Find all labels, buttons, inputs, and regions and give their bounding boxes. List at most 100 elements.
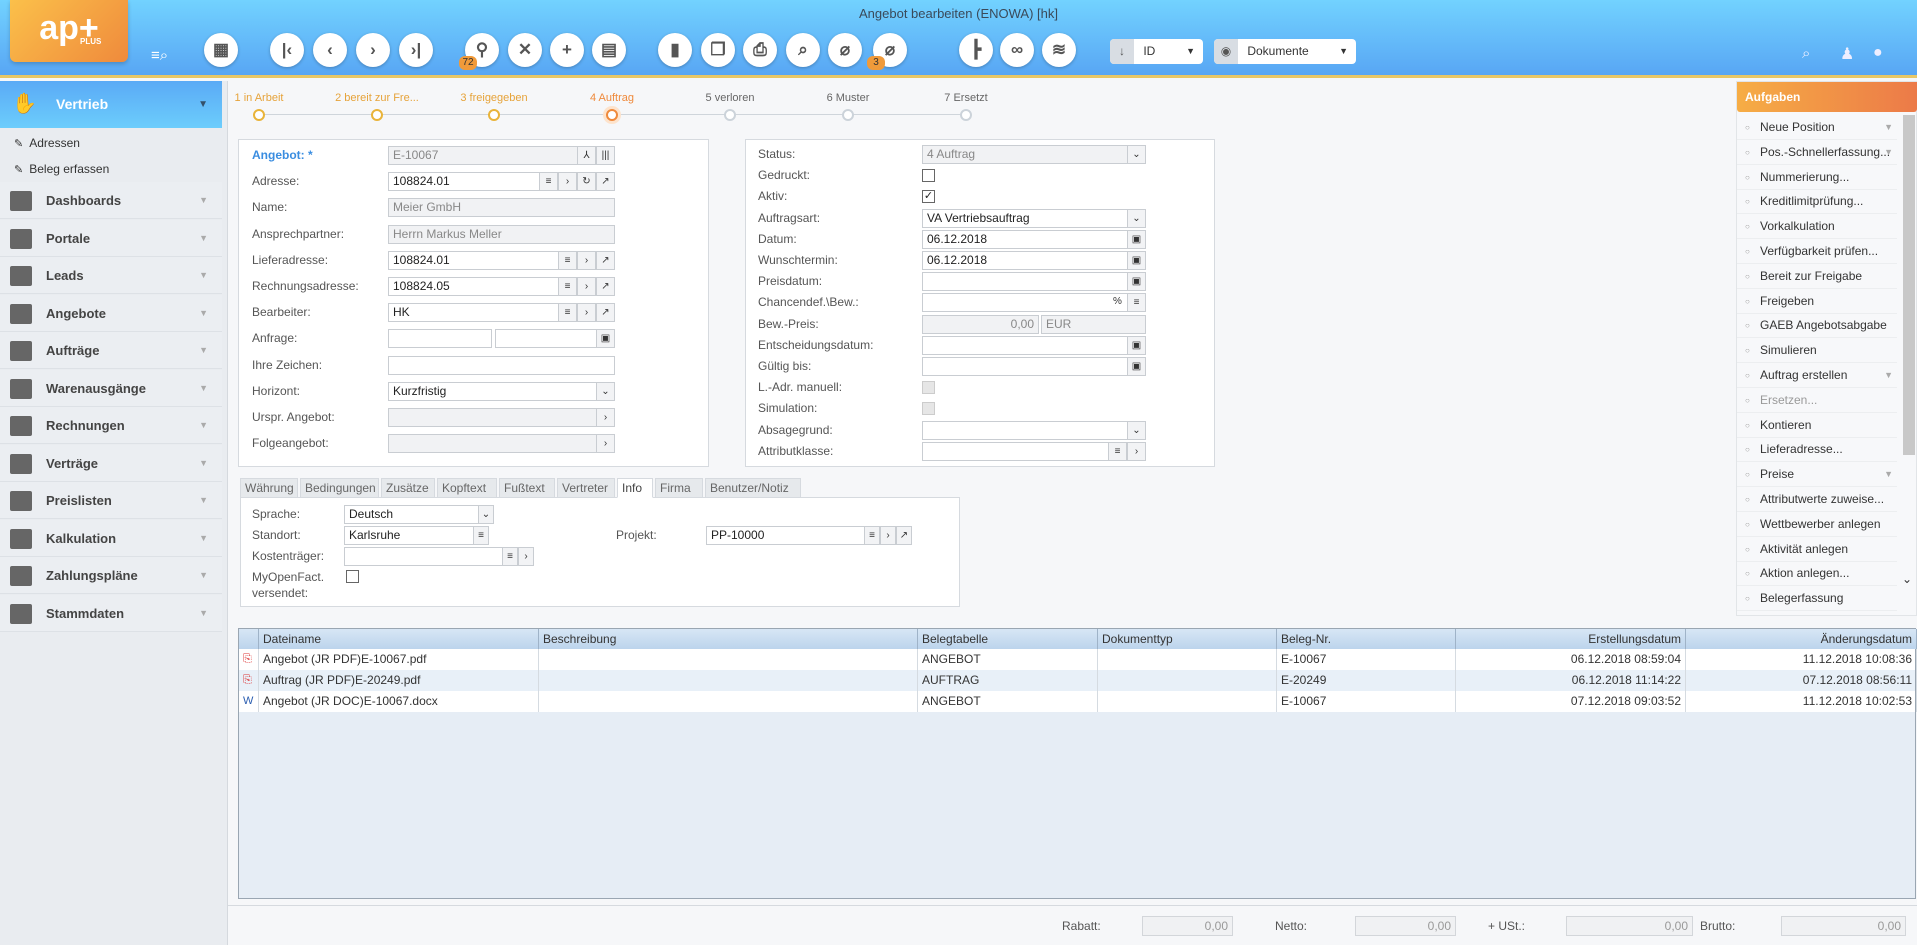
- attachment-search-button[interactable]: ⌀ 3: [867, 33, 907, 70]
- dictionary-search-icon[interactable]: ⌕: [1802, 45, 1810, 62]
- horizont-input[interactable]: Kurzfristig ⌄: [388, 381, 615, 401]
- calendar-icon[interactable]: ▣: [1127, 336, 1145, 354]
- folgeangebot-input[interactable]: ›: [388, 434, 615, 454]
- chevron-right-icon[interactable]: ›: [880, 527, 896, 544]
- open-external-icon[interactable]: ↗: [896, 527, 911, 544]
- kostentraeger-input[interactable]: ≡ ›: [344, 547, 534, 566]
- absagegrund-input[interactable]: ⌄: [922, 420, 1146, 440]
- sidebar-item-dashboards[interactable]: Dashboards ▼: [0, 182, 222, 219]
- task-aktion-anlegen[interactable]: Aktion anlegen...: [1737, 561, 1897, 587]
- open-external-icon[interactable]: ↗: [596, 173, 614, 191]
- auftragsart-input[interactable]: VA Vertriebsauftrag ⌄: [922, 208, 1146, 228]
- task-vorkalkulation[interactable]: Vorkalkulation: [1737, 214, 1897, 240]
- task-pos-schnellerfassung[interactable]: Pos.-Schnellerfassung...▼: [1737, 140, 1897, 165]
- wunschtermin-input[interactable]: 06.12.2018 ▣: [922, 251, 1146, 270]
- last-record-button[interactable]: ›|: [399, 33, 433, 67]
- view-select[interactable]: ◉ Dokumente ▼: [1214, 39, 1356, 64]
- sidebar-item-rechnungen[interactable]: Rechnungen ▼: [0, 407, 222, 444]
- status-step-marker[interactable]: [606, 109, 618, 121]
- sidebar-item-preislisten[interactable]: Preislisten ▼: [0, 482, 222, 519]
- search-button[interactable]: ⚲ 72: [459, 33, 499, 70]
- task-auftrag-erstellen[interactable]: Auftrag erstellen ▼: [1737, 363, 1897, 388]
- calendar-icon[interactable]: ▣: [596, 330, 614, 348]
- task-gaeb-angebotsabgabe[interactable]: GAEB Angebotsabgabe: [1737, 313, 1897, 339]
- task-lieferadresse[interactable]: Lieferadresse...: [1737, 437, 1897, 463]
- copy-document-button[interactable]: ❐: [701, 33, 735, 67]
- hierarchy-icon[interactable]: ⅄: [577, 147, 596, 164]
- sidebar-item-portale[interactable]: Portale ▼: [0, 219, 222, 257]
- chevron-down-icon[interactable]: ▼: [1884, 140, 1893, 164]
- sidebar-item-aufträge[interactable]: Aufträge ▼: [0, 332, 222, 369]
- tab-währung[interactable]: Währung: [240, 478, 298, 498]
- open-external-icon[interactable]: ↗: [596, 278, 614, 295]
- task-kreditlimitprüfung[interactable]: Kreditlimitprüfung...: [1737, 189, 1897, 215]
- sidebar-subitem-adressen[interactable]: ✎ Adressen: [14, 136, 80, 150]
- task-kontieren[interactable]: Kontieren: [1737, 413, 1897, 438]
- task-bereit-zur-freigabe[interactable]: Bereit zur Freigabe: [1737, 264, 1897, 289]
- calendar-icon[interactable]: ▣: [1127, 358, 1145, 375]
- table-row[interactable]: ⎘ Angebot (JR PDF)E-10067.pdf ANGEBOT E-100…: [239, 649, 1917, 670]
- list-icon[interactable]: ≡: [558, 278, 577, 295]
- tab-kopftext[interactable]: Kopftext: [437, 478, 497, 498]
- tab-bedingungen[interactable]: Bedingungen: [300, 478, 379, 498]
- tab-vertreter[interactable]: Vertreter: [557, 478, 615, 498]
- status-step-2[interactable]: 2 bereit zur Fre...: [322, 92, 432, 104]
- refresh-icon[interactable]: ↻: [577, 173, 596, 191]
- prev-record-button[interactable]: ‹: [313, 33, 347, 67]
- column-header-erstellungsdatum[interactable]: Erstellungsdatum: [1456, 629, 1686, 649]
- list-icon[interactable]: ≡: [864, 527, 880, 544]
- new-button[interactable]: +: [550, 33, 584, 67]
- scroll-down-icon[interactable]: ⌄: [1902, 572, 1912, 586]
- status-step-marker[interactable]: [724, 109, 736, 121]
- anfrage-date-input[interactable]: ▣: [495, 329, 615, 349]
- task-verfügbarkeit-prüfen[interactable]: Verfügbarkeit prüfen...: [1737, 239, 1897, 264]
- task-wettbewerber-anlegen[interactable]: Wettbewerber anlegen: [1737, 512, 1897, 537]
- chevron-down-icon[interactable]: ⌄: [1127, 146, 1145, 163]
- gültig-bis-input[interactable]: ▣: [922, 357, 1146, 376]
- chevron-down-icon[interactable]: ▼: [1884, 363, 1893, 387]
- status-step-5[interactable]: 5 verloren: [675, 92, 785, 104]
- delete-button[interactable]: ▮: [658, 33, 692, 67]
- sidebar-header-vertrieb[interactable]: ✋ Vertrieb ▼: [0, 81, 222, 128]
- print-button[interactable]: ⎙: [743, 33, 777, 67]
- status-step-marker[interactable]: [253, 109, 265, 121]
- task-attributwerte-zuweise[interactable]: Attributwerte zuweise...: [1737, 487, 1897, 512]
- datum-input[interactable]: 06.12.2018 ▣: [922, 229, 1146, 249]
- calendar-icon[interactable]: ▣: [1127, 230, 1145, 248]
- lieferadresse-input[interactable]: 108824.01 ↗ › ≡: [388, 250, 615, 270]
- filter-menu-icon[interactable]: ≡⌕: [151, 47, 168, 64]
- task-preise[interactable]: Preise ▼: [1737, 462, 1897, 488]
- tab-firma[interactable]: Firma: [655, 478, 703, 498]
- sidebar-subitem-beleg-erfassen[interactable]: ✎ Beleg erfassen: [14, 162, 109, 176]
- chevron-down-icon[interactable]: ▼: [1884, 462, 1893, 486]
- bearbeiter-input[interactable]: HK ↗ › ≡: [388, 303, 615, 323]
- list-icon[interactable]: ≡: [558, 251, 577, 269]
- chevron-right-icon[interactable]: ›: [558, 173, 577, 191]
- table-row[interactable]: W Angebot (JR DOC)E-10067.docx ANGEBOT E-10…: [239, 691, 1917, 712]
- lightbulb-icon[interactable]: ●: [1873, 44, 1883, 62]
- grid-button[interactable]: ▦: [204, 33, 238, 67]
- chevron-right-icon[interactable]: ›: [577, 278, 596, 295]
- calendar-icon[interactable]: ▣: [1127, 273, 1145, 291]
- open-external-icon[interactable]: ↗: [596, 251, 614, 269]
- task-belegerfassung[interactable]: Belegerfassung: [1737, 586, 1897, 612]
- chevron-down-icon[interactable]: ▼: [1884, 115, 1893, 139]
- list-icon[interactable]: ≡: [473, 527, 488, 544]
- status-step-6[interactable]: 6 Muster: [793, 92, 903, 104]
- sidebar-item-warenausgänge[interactable]: Warenausgänge ▼: [0, 369, 222, 407]
- user-settings-icon[interactable]: ♟: [1840, 44, 1854, 64]
- first-record-button[interactable]: |‹: [270, 33, 304, 67]
- chevron-right-icon[interactable]: ›: [577, 304, 596, 322]
- status-step-4[interactable]: 4 Auftrag: [557, 92, 667, 104]
- status-step-1[interactable]: 1 in Arbeit: [204, 92, 314, 104]
- list-icon[interactable]: ≡: [1108, 442, 1127, 460]
- list-icon[interactable]: ≡: [1127, 294, 1145, 312]
- task-freigeben[interactable]: Freigeben: [1737, 289, 1897, 314]
- task-nummerierung[interactable]: Nummerierung...: [1737, 165, 1897, 190]
- chevron-right-icon[interactable]: ›: [596, 435, 614, 453]
- cancel-button[interactable]: ✕: [508, 33, 542, 67]
- task-aktivität-anlegen[interactable]: Aktivität anlegen: [1737, 537, 1897, 562]
- sprache-select[interactable]: Deutsch ⌄: [344, 505, 494, 524]
- chevron-right-icon[interactable]: ›: [577, 251, 596, 269]
- sidebar-item-leads[interactable]: Leads ▼: [0, 257, 222, 294]
